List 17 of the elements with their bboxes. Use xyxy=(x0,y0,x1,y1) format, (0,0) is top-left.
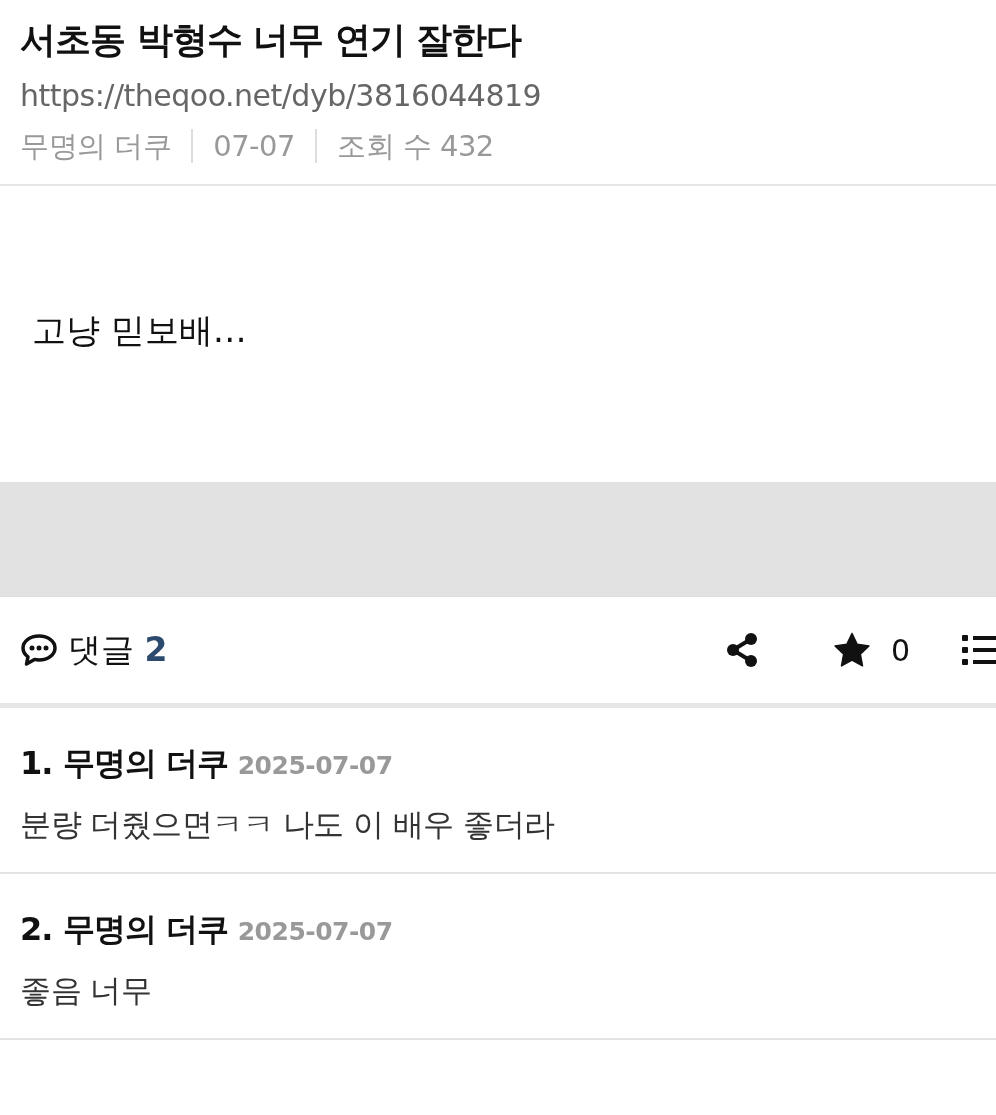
comment-text: 분량 더줬으면ㅋㅋ 나도 이 배우 좋더라 xyxy=(20,805,556,844)
post-meta: 조회 수 432 xyxy=(337,128,494,165)
comment-author: 1. 무명의 더쿠 xyxy=(20,743,228,784)
post-meta: 07-07 xyxy=(213,128,295,165)
comment-date: 2025-07-07 xyxy=(237,917,393,946)
list-icon[interactable] xyxy=(962,635,996,665)
comments-link[interactable]: 댓글 2 xyxy=(20,627,168,673)
comment-author: 2. 무명의 더쿠 xyxy=(20,909,228,950)
post-url: https://theqoo.net/dyb/3816044819 xyxy=(20,77,543,115)
post-meta: 무명의 더쿠 xyxy=(20,128,172,165)
comment-date: 2025-07-07 xyxy=(237,751,393,780)
post-body: 고냥 믿보배… xyxy=(32,309,247,352)
comment-text: 좋음 너무 xyxy=(20,971,153,1010)
star-icon xyxy=(832,632,871,668)
comment-icon xyxy=(20,633,58,667)
star-button[interactable]: 0 xyxy=(832,632,910,668)
post-title: 서초동 박형수 너무 연기 잘한다 xyxy=(20,18,523,62)
